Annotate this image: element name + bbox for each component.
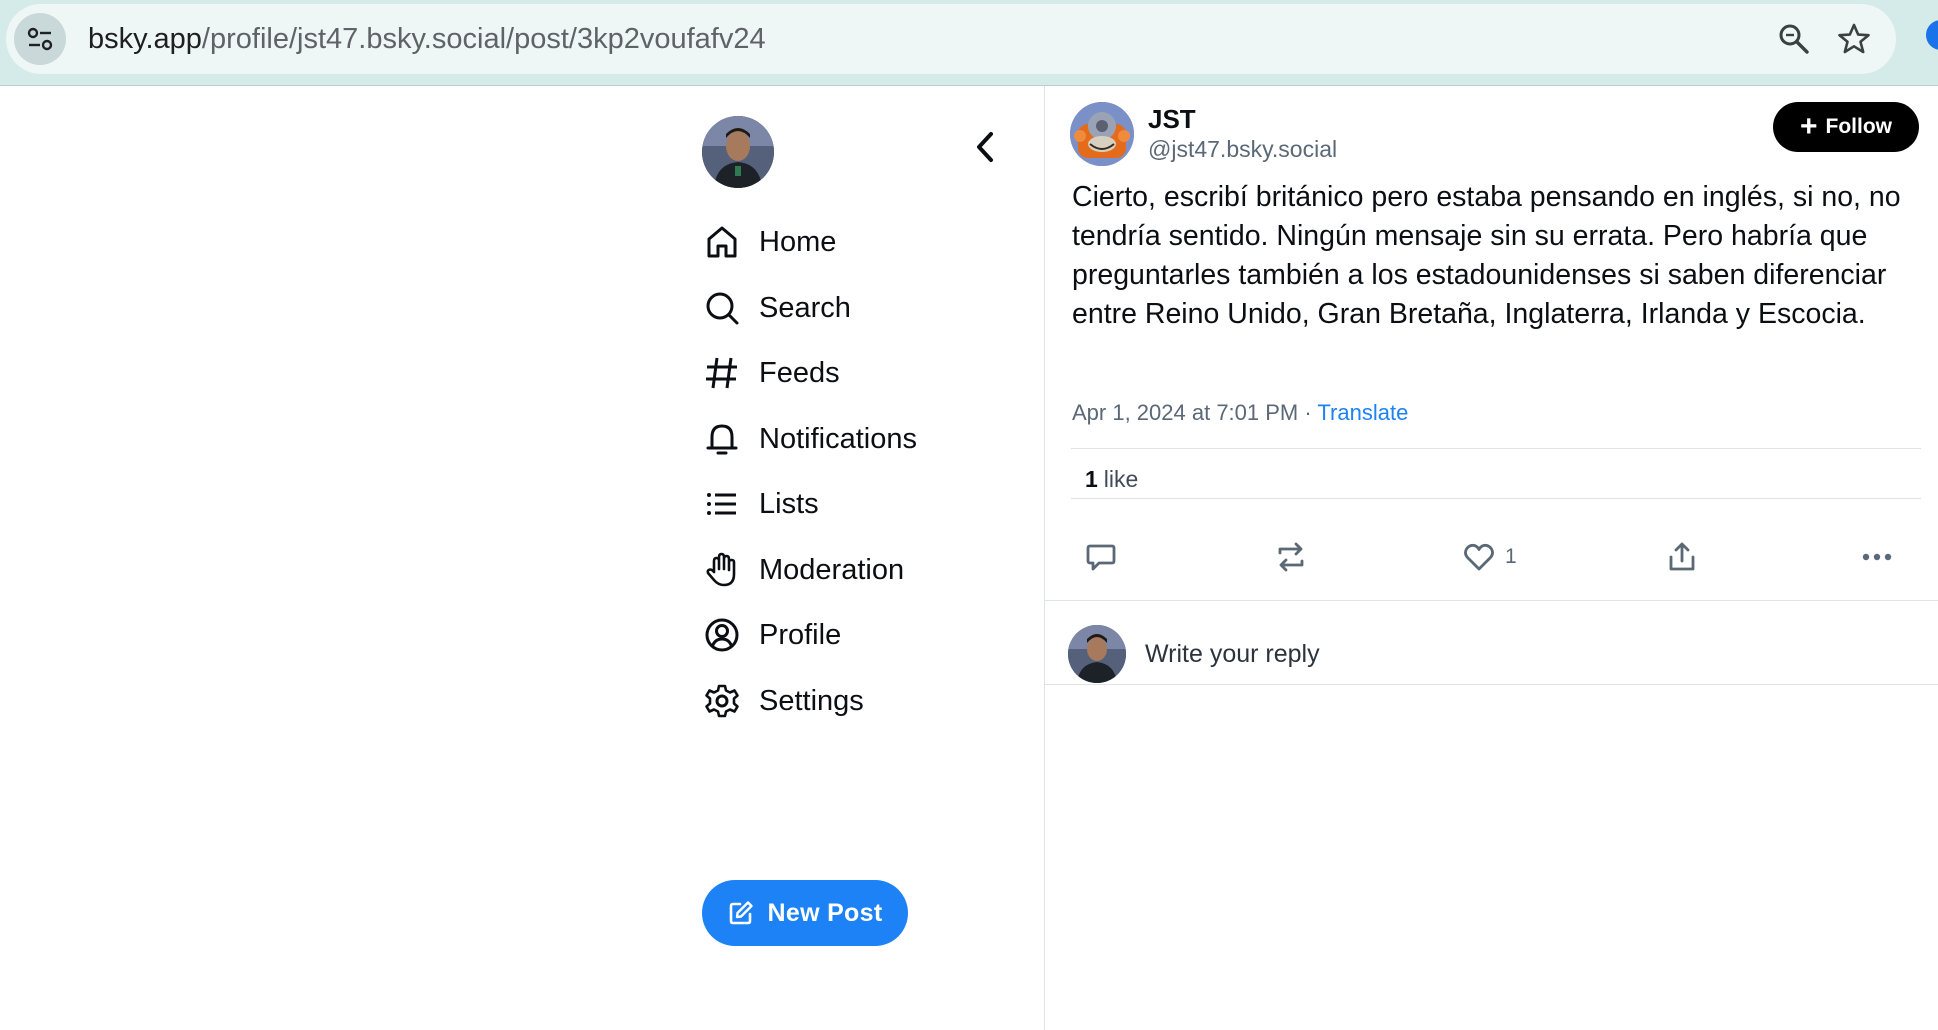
reply-placeholder[interactable]: Write your reply <box>1145 640 1320 669</box>
site-settings-icon[interactable] <box>14 13 66 65</box>
sidebar-item-settings[interactable]: Settings <box>700 671 1000 731</box>
like-button[interactable]: 1 <box>1463 532 1517 582</box>
sidebar-item-label: Home <box>759 225 837 258</box>
sidebar-item-home[interactable]: Home <box>700 212 1000 272</box>
new-post-button[interactable]: New Post <box>702 880 908 946</box>
post-thread: JST @jst47.bsky.social + Follow Cierto, … <box>1045 86 1938 1030</box>
sidebar-item-feeds[interactable]: Feeds <box>700 343 1000 403</box>
search-icon <box>700 286 744 330</box>
author-name[interactable]: JST <box>1148 104 1196 135</box>
sidebar-item-moderation[interactable]: Moderation <box>700 540 1000 600</box>
post-text: Cierto, escribí británico pero estaba pe… <box>1072 181 1901 330</box>
divider <box>1045 600 1938 601</box>
ellipsis-icon <box>1862 553 1892 561</box>
share-icon <box>1669 542 1695 571</box>
meta-separator: · <box>1298 400 1318 425</box>
follow-label: Follow <box>1825 115 1893 138</box>
gear-icon <box>700 679 744 723</box>
address-bar[interactable]: bsky.app/profile/jst47.bsky.social/post/… <box>6 4 1896 74</box>
url-host: bsky.app <box>88 22 202 55</box>
sidebar: Home Search Feeds Notifications Lists Mo… <box>700 86 1045 1030</box>
compose-icon <box>729 901 753 925</box>
author-avatar[interactable] <box>1070 102 1134 166</box>
collapse-sidebar-button[interactable] <box>950 112 1020 182</box>
like-count-word: like <box>1103 466 1139 492</box>
reply-composer[interactable]: Write your reply <box>1045 614 1938 700</box>
more-options-button[interactable] <box>1862 532 1892 582</box>
heart-icon <box>1464 543 1494 571</box>
bookmark-star-icon[interactable] <box>1836 21 1872 57</box>
repost-icon <box>1278 542 1304 572</box>
divider <box>1071 448 1921 449</box>
sidebar-item-label: Profile <box>759 618 842 651</box>
author-handle[interactable]: @jst47.bsky.social <box>1148 136 1337 163</box>
home-icon <box>700 220 744 264</box>
sidebar-item-label: Lists <box>759 487 819 520</box>
sidebar-item-profile[interactable]: Profile <box>700 605 1000 665</box>
repost-button[interactable] <box>1272 532 1310 582</box>
sidebar-item-label: Settings <box>759 684 864 717</box>
zoom-icon[interactable] <box>1776 21 1812 57</box>
divider <box>1071 498 1921 499</box>
sidebar-item-notifications[interactable]: Notifications <box>700 409 1000 469</box>
post-timestamp[interactable]: Apr 1, 2024 at 7:01 PM <box>1072 400 1298 425</box>
reply-button[interactable] <box>1085 532 1117 582</box>
sidebar-item-label: Notifications <box>759 422 917 455</box>
chevron-left-icon <box>977 132 993 162</box>
sidebar-item-search[interactable]: Search <box>700 278 1000 338</box>
post-actions: 1 <box>1045 532 1938 582</box>
share-button[interactable] <box>1667 532 1697 582</box>
new-post-label: New Post <box>767 898 883 927</box>
sidebar-item-lists[interactable]: Lists <box>700 474 1000 534</box>
browser-toolbar: bsky.app/profile/jst47.bsky.social/post/… <box>0 0 1938 86</box>
translate-link[interactable]: Translate <box>1317 400 1408 425</box>
plus-icon: + <box>1799 110 1818 143</box>
likes-count[interactable]: 1 like <box>1085 466 1138 493</box>
sidebar-item-label: Moderation <box>759 553 905 586</box>
sidebar-item-label: Search <box>759 291 851 324</box>
hashtag-icon <box>700 351 744 395</box>
url-text[interactable]: bsky.app/profile/jst47.bsky.social/post/… <box>88 23 766 56</box>
url-path: /profile/jst47.bsky.social/post/3kp2vouf… <box>201 22 766 55</box>
hand-icon <box>700 548 744 592</box>
like-action-count: 1 <box>1505 545 1517 568</box>
profile-icon[interactable] <box>1926 20 1938 50</box>
sidebar-item-label: Feeds <box>759 356 840 389</box>
follow-button[interactable]: + Follow <box>1773 102 1919 152</box>
like-count-number: 1 <box>1085 466 1098 492</box>
list-icon <box>700 482 744 526</box>
divider <box>1045 684 1938 685</box>
user-circle-icon <box>700 613 744 657</box>
avatar[interactable] <box>702 116 774 188</box>
comment-icon <box>1086 544 1116 571</box>
bell-icon <box>700 417 744 461</box>
post-meta: Apr 1, 2024 at 7:01 PM · Translate <box>1072 400 1408 426</box>
avatar <box>1068 625 1126 683</box>
